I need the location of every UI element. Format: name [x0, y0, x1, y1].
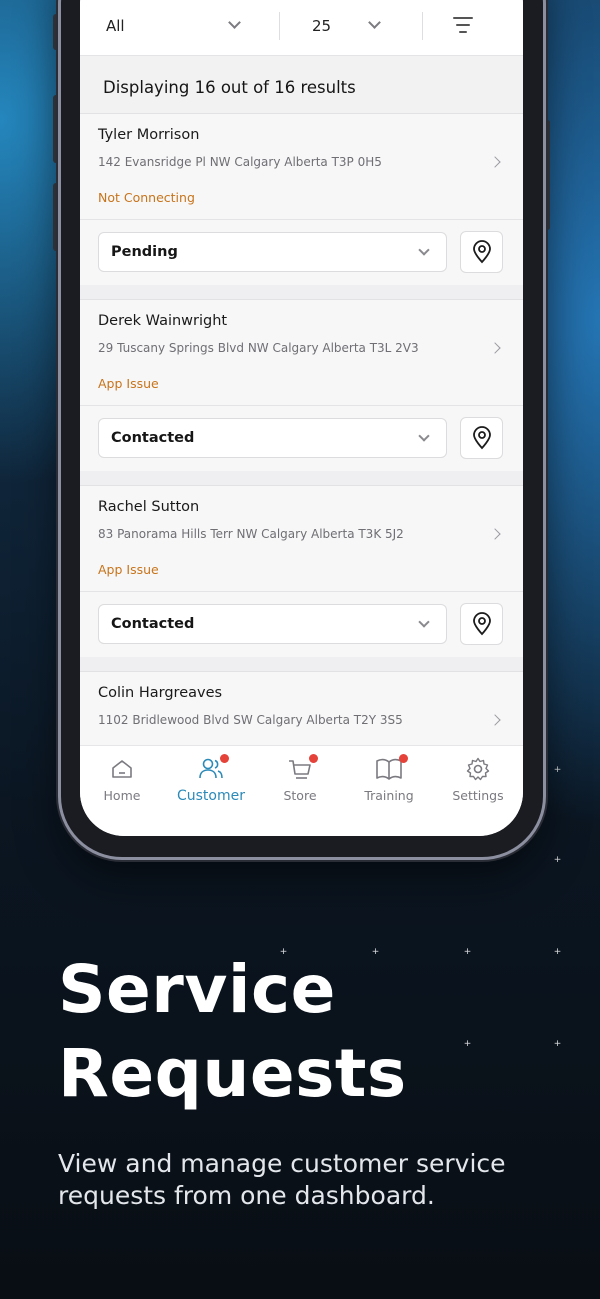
chevron-down-icon: [418, 430, 430, 442]
sparkle: +: [553, 855, 562, 865]
headline-line-1: Service: [58, 951, 336, 1028]
tab-label: Settings: [452, 788, 504, 803]
chevron-down-icon: [368, 16, 381, 29]
customer-card: Colin Hargreaves 1102 Bridlewood Blvd SW…: [80, 671, 523, 751]
sparkle: +: [463, 947, 472, 957]
results-count: Displaying 16 out of 16 results: [103, 78, 356, 97]
headline: Service Requests: [58, 948, 407, 1116]
customer-card: Derek Wainwright 29 Tuscany Springs Blvd…: [80, 299, 523, 485]
chevron-right-icon[interactable]: [489, 528, 501, 540]
sparkle: +: [553, 765, 562, 775]
notification-badge: [220, 754, 229, 763]
chevron-right-icon[interactable]: [489, 342, 501, 354]
subtitle: View and manage customer service request…: [58, 1149, 506, 1210]
customer-card: Tyler Morrison 142 Evansridge Pl NW Calg…: [80, 113, 523, 299]
chevron-down-icon: [418, 244, 430, 256]
customer-address[interactable]: 29 Tuscany Springs Blvd NW Calgary Alber…: [98, 341, 419, 355]
map-pin-icon: [472, 240, 491, 264]
tab-home[interactable]: Home: [80, 754, 166, 803]
customer-name[interactable]: Colin Hargreaves: [98, 685, 222, 701]
customer-name[interactable]: Derek Wainwright: [98, 313, 227, 329]
map-pin-icon: [472, 426, 491, 450]
filter-icon[interactable]: [452, 17, 474, 35]
tab-settings[interactable]: Settings: [434, 754, 522, 803]
tab-label: Customer: [176, 788, 245, 804]
map-pin-icon: [472, 612, 491, 636]
divider: [80, 405, 523, 406]
map-pin-button[interactable]: [460, 231, 503, 273]
home-icon: [112, 760, 132, 778]
chevron-right-icon[interactable]: [489, 156, 501, 168]
headline-line-2: Requests: [58, 1035, 407, 1112]
notification-badge: [309, 754, 318, 763]
sparkle: +: [553, 1039, 562, 1049]
gear-icon: [466, 757, 490, 781]
tab-store[interactable]: Store: [256, 754, 344, 803]
customer-address[interactable]: 83 Panorama Hills Terr NW Calgary Albert…: [98, 527, 404, 541]
app-screen: All 25 Displaying 16 out of 16 results T…: [80, 0, 523, 836]
status-dropdown[interactable]: Contacted: [98, 604, 447, 644]
notification-badge: [399, 754, 408, 763]
page-size-dropdown[interactable]: 25: [312, 10, 422, 42]
map-pin-button[interactable]: [460, 603, 503, 645]
divider: [80, 591, 523, 592]
sparkle: +: [463, 1039, 472, 1049]
page-size-value: 25: [312, 17, 332, 35]
tab-customer[interactable]: Customer: [167, 754, 255, 804]
status-dropdown[interactable]: Pending: [98, 232, 447, 272]
divider: [422, 12, 423, 40]
status-value: Contacted: [111, 616, 195, 632]
status-dropdown[interactable]: Contacted: [98, 418, 447, 458]
chevron-down-icon: [418, 616, 430, 628]
card-spacer: [80, 285, 523, 299]
bottom-tab-bar: Home Customer Store Training Settings: [80, 745, 523, 836]
chevron-right-icon[interactable]: [489, 714, 501, 726]
tab-label: Training: [364, 788, 414, 803]
issue-label: Not Connecting: [98, 190, 195, 205]
status-filter-dropdown[interactable]: All: [106, 10, 276, 42]
chevron-down-icon: [228, 16, 241, 29]
status-value: Pending: [111, 244, 178, 260]
divider: [279, 12, 280, 40]
issue-label: App Issue: [98, 562, 159, 577]
tab-label: Store: [283, 788, 317, 803]
customer-address[interactable]: 142 Evansridge Pl NW Calgary Alberta T3P…: [98, 155, 382, 169]
customer-card: Rachel Sutton 83 Panorama Hills Terr NW …: [80, 485, 523, 671]
issue-label: App Issue: [98, 376, 159, 391]
filter-bar: All 25: [80, 0, 523, 56]
sparkle: +: [553, 947, 562, 957]
map-pin-button[interactable]: [460, 417, 503, 459]
tab-training[interactable]: Training: [345, 754, 433, 803]
customer-name[interactable]: Rachel Sutton: [98, 499, 199, 515]
customer-address[interactable]: 1102 Bridlewood Blvd SW Calgary Alberta …: [98, 713, 403, 727]
customer-name[interactable]: Tyler Morrison: [98, 127, 199, 143]
card-spacer: [80, 657, 523, 671]
tab-label: Home: [103, 788, 141, 803]
status-value: Contacted: [111, 430, 195, 446]
divider: [80, 219, 523, 220]
card-spacer: [80, 471, 523, 485]
status-filter-value: All: [106, 17, 125, 35]
